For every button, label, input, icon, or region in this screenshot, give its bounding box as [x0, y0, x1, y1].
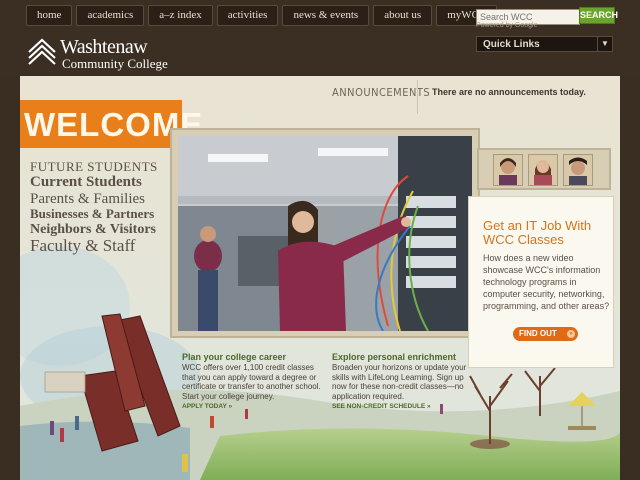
thumbnail-3[interactable]: [563, 154, 593, 186]
audience-links: FUTURE STUDENTS Current Students Parents…: [30, 159, 158, 256]
chevron-down-icon[interactable]: ▼: [597, 37, 612, 51]
career-title[interactable]: Plan your college career: [182, 352, 322, 362]
logo-subtitle: Community College: [62, 56, 168, 71]
nav-activities[interactable]: activities: [216, 5, 279, 26]
audience-businesses-partners[interactable]: Businesses & Partners: [30, 206, 158, 221]
audience-future-students[interactable]: FUTURE STUDENTS: [30, 159, 158, 174]
main-panel: ANNOUNCEMENTS There are no announcements…: [20, 76, 620, 480]
apply-today-link[interactable]: APPLY TODAY »: [182, 403, 322, 410]
find-out-button[interactable]: FIND OUT »: [513, 327, 578, 341]
powered-by-google: Powered by Google: [476, 22, 538, 29]
promo-body: How does a new video showcase WCC's info…: [483, 253, 610, 311]
nav-news-events[interactable]: news & events: [282, 5, 370, 26]
audience-current-students[interactable]: Current Students: [30, 174, 158, 191]
featured-promo: Get an IT Job With WCC Classes How does …: [468, 196, 614, 368]
header: home academics a–z index activities news…: [0, 0, 640, 75]
career-body: WCC offers over 1,100 credit classes tha…: [182, 363, 321, 401]
welcome-banner: WELCOME: [20, 100, 202, 148]
audience-faculty-staff[interactable]: Faculty & Staff: [30, 236, 158, 256]
logo[interactable]: Washtenaw Community College: [26, 36, 186, 72]
non-credit-schedule-link[interactable]: SEE NON-CREDIT SCHEDULE »: [332, 403, 472, 410]
nav-about-us[interactable]: about us: [373, 5, 433, 26]
quick-links-select[interactable]: Quick Links ▼: [476, 36, 613, 52]
audience-neighbors-visitors[interactable]: Neighbors & Visitors: [30, 222, 158, 237]
enrichment-body: Broaden your horizons or update your ski…: [332, 363, 467, 401]
thumbnail-2-image: [529, 155, 557, 185]
promo-title[interactable]: Get an IT Job With WCC Classes: [483, 219, 613, 247]
search-button[interactable]: SEARCH: [579, 7, 618, 24]
nav-academics[interactable]: academics: [76, 5, 145, 26]
nav-home[interactable]: home: [26, 5, 73, 26]
thumbnail-3-image: [564, 155, 592, 185]
announcements-heading[interactable]: ANNOUNCEMENTS: [332, 86, 430, 99]
find-out-label: FIND OUT: [519, 329, 557, 338]
wcc-logo-icon: [28, 38, 56, 65]
enrichment-column: Explore personal enrichment Broaden your…: [332, 352, 472, 410]
announcements-divider: [417, 80, 418, 114]
arrow-right-icon: »: [567, 330, 575, 338]
announcements-text: There are no announcements today.: [432, 87, 586, 97]
main-nav: home academics a–z index activities news…: [26, 5, 498, 26]
career-column: Plan your college career WCC offers over…: [182, 352, 322, 410]
enrichment-title[interactable]: Explore personal enrichment: [332, 352, 472, 362]
thumbnail-1-image: [494, 155, 522, 185]
audience-parents-families[interactable]: Parents & Families: [30, 191, 158, 208]
nav-az-index[interactable]: a–z index: [148, 5, 213, 26]
quick-links-label: Quick Links: [483, 39, 540, 50]
feature-photo-frame: [170, 128, 480, 338]
video-thumbnails: [477, 148, 611, 190]
thumbnail-2[interactable]: [528, 154, 558, 186]
thumbnail-1[interactable]: [493, 154, 523, 186]
feature-photo[interactable]: [178, 136, 472, 331]
